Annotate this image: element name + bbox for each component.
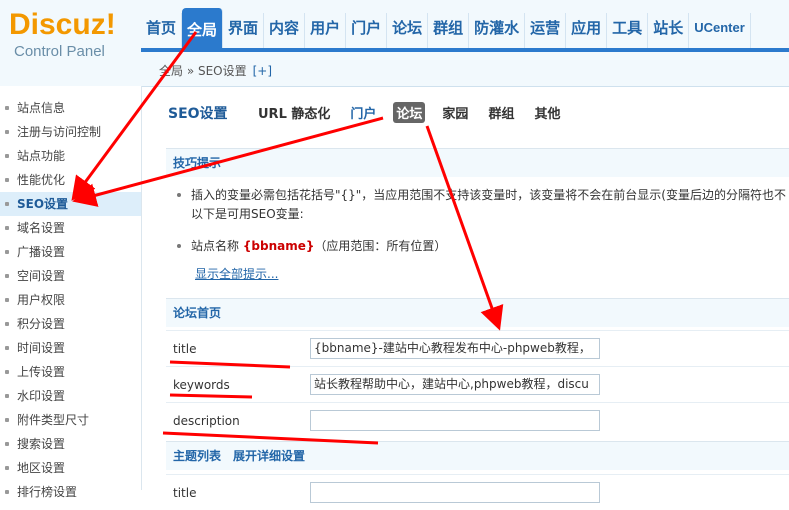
tip-item: 插入的变量必需包括花括号"{}"，当应用范围不支持该变量时，该变量将不会在前台显… — [173, 186, 789, 224]
field-row-description: description — [166, 402, 789, 438]
sidebar-item-user-permissions[interactable]: 用户权限 — [0, 288, 141, 312]
keywords-input[interactable]: 站长教程帮助中心，建站中心,phpweb教程，discu — [310, 374, 600, 395]
tip-var-scope: （应用范围：所有位置） — [314, 239, 447, 253]
tip-var-prefix: 站点名称 — [191, 239, 240, 253]
tab-home[interactable]: 家园 — [439, 102, 471, 123]
nav-webmaster[interactable]: 站长 — [648, 13, 690, 48]
nav-interface[interactable]: 界面 — [223, 13, 265, 48]
page-title-text: SEO设置 — [168, 106, 228, 122]
thread-list-heading: 主题列表 展开详细设置 — [166, 441, 789, 470]
sidebar-item-ranking[interactable]: 排行榜设置 — [0, 480, 141, 504]
tips-heading-text: 技巧提示 — [173, 156, 222, 170]
nav-content[interactable]: 内容 — [264, 13, 306, 48]
tab-groups[interactable]: 群组 — [485, 102, 517, 123]
field-row-thread-title: title — [166, 474, 789, 510]
tips-heading: 技巧提示 — [166, 148, 789, 177]
sidebar-item-search[interactable]: 搜索设置 — [0, 432, 141, 456]
nav-operations[interactable]: 运营 — [525, 13, 567, 48]
forum-index-heading: 论坛首页 — [166, 298, 789, 327]
sidebar-item-credits[interactable]: 积分设置 — [0, 312, 141, 336]
sidebar-item-register-access[interactable]: 注册与访问控制 — [0, 120, 141, 144]
sidebar-item-performance[interactable]: 性能优化 — [0, 168, 141, 192]
sidebar-item-region[interactable]: 地区设置 — [0, 456, 141, 480]
logo-subtitle: Control Panel — [14, 43, 105, 60]
nav-tools[interactable]: 工具 — [607, 13, 649, 48]
tips-list: 插入的变量必需包括花括号"{}"，当应用范围不支持该变量时，该变量将不会在前台显… — [173, 186, 789, 256]
tab-forum[interactable]: 论坛 — [393, 102, 426, 123]
page-title: SEO设置 — [168, 103, 228, 123]
discuz-logo: Discuz! Control Panel — [0, 0, 141, 86]
breadcrumb-path: 全局 » SEO设置 — [159, 64, 247, 78]
tip-line-1: 插入的变量必需包括花括号"{}"，当应用范围不支持该变量时，该变量将不会在前台显… — [191, 188, 786, 202]
tip-line-2: 以下是可用SEO变量: — [191, 207, 304, 221]
sidebar-item-watermark[interactable]: 水印设置 — [0, 384, 141, 408]
keywords-label: keywords — [173, 378, 230, 392]
nav-users[interactable]: 用户 — [305, 13, 347, 48]
logo-brand: Discuz! — [9, 8, 116, 41]
sidebar: 站点信息 注册与访问控制 站点功能 性能优化 SEO设置 域名设置 广播设置 空… — [0, 86, 142, 499]
sidebar-item-seo[interactable]: SEO设置 — [0, 192, 141, 216]
sidebar-item-space[interactable]: 空间设置 — [0, 264, 141, 288]
description-input[interactable] — [310, 410, 600, 431]
add-shortcut-button[interactable]: [+] — [253, 64, 272, 78]
tip-var-name: {bbname} — [242, 239, 315, 253]
nav-ucenter[interactable]: UCenter — [689, 13, 751, 48]
nav-forum[interactable]: 论坛 — [387, 13, 429, 48]
top-navigation: 首页 全局 界面 内容 用户 门户 论坛 群组 防灌水 运营 应用 工具 站长 … — [141, 0, 789, 52]
sidebar-item-upload[interactable]: 上传设置 — [0, 360, 141, 384]
sidebar-item-attachment-types[interactable]: 附件类型尺寸 — [0, 408, 141, 432]
main-content: SEO设置 URL 静态化 门户 论坛 家园 群组 其他 技巧提示 插入的变量必… — [148, 86, 789, 503]
field-row-keywords: keywords 站长教程帮助中心，建站中心,phpweb教程，discu — [166, 366, 789, 402]
sidebar-item-site-info[interactable]: 站点信息 — [0, 96, 141, 120]
thread-title-label: title — [173, 486, 197, 500]
title-input[interactable]: {bbname}-建站中心教程发布中心-phpweb教程， — [310, 338, 600, 359]
sidebar-item-domain[interactable]: 域名设置 — [0, 216, 141, 240]
sidebar-item-broadcast[interactable]: 广播设置 — [0, 240, 141, 264]
nav-groups[interactable]: 群组 — [428, 13, 470, 48]
tab-portal[interactable]: 门户 — [347, 102, 379, 123]
description-label: description — [173, 414, 240, 428]
sidebar-item-time[interactable]: 时间设置 — [0, 336, 141, 360]
thread-list-heading-text: 主题列表 — [173, 449, 222, 463]
seo-subtabs: URL 静态化 门户 论坛 家园 群组 其他 — [255, 102, 577, 123]
forum-index-heading-text: 论坛首页 — [173, 306, 222, 320]
nav-home[interactable]: 首页 — [141, 13, 183, 48]
expand-details-link[interactable]: 展开详细设置 — [233, 449, 305, 463]
thread-title-input[interactable] — [310, 482, 600, 503]
breadcrumb: 全局 » SEO设置 [+] — [159, 62, 272, 79]
sidebar-item-site-features[interactable]: 站点功能 — [0, 144, 141, 168]
nav-portal[interactable]: 门户 — [346, 13, 388, 48]
tab-url-rewrite[interactable]: URL 静态化 — [255, 102, 333, 123]
field-row-title: title {bbname}-建站中心教程发布中心-phpweb教程， — [166, 330, 789, 366]
nav-global[interactable]: 全局 — [182, 8, 224, 48]
nav-apps[interactable]: 应用 — [566, 13, 608, 48]
show-all-tips-link[interactable]: 显示全部提示... — [195, 265, 278, 282]
nav-antispam[interactable]: 防灌水 — [469, 13, 526, 48]
title-label: title — [173, 342, 197, 356]
breadcrumb-bar: 全局 » SEO设置 [+] — [141, 52, 789, 87]
tab-other[interactable]: 其他 — [531, 102, 563, 123]
tip-variable: 站点名称 {bbname}（应用范围：所有位置） — [173, 237, 789, 256]
